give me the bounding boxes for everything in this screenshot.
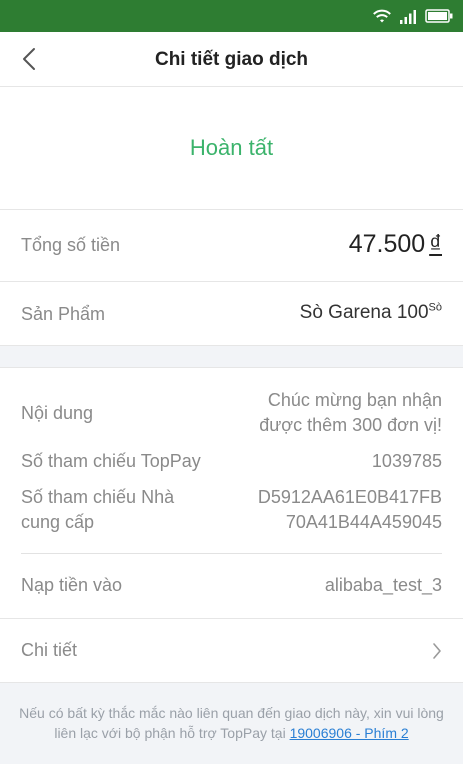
nav-bar: Chi tiết giao dịch — [0, 32, 463, 87]
amount-number: 47.500 — [348, 230, 426, 258]
provider-ref-label: Số tham chiếu Nhà cung cấp — [21, 485, 174, 535]
provider-ref-line-1: D5912AA61E0B417FB — [257, 487, 442, 507]
content-label: Nội dung — [21, 403, 94, 423]
product-label: Sản Phẩm — [21, 304, 106, 324]
product-name: Sò Garena 100 — [299, 302, 429, 323]
support-hotline-link[interactable]: 19006906 - Phím 2 — [290, 725, 409, 741]
support-footer: Nếu có bất kỳ thắc mắc nào liên quan đến… — [0, 683, 463, 764]
toppay-ref-label: Số tham chiếu TopPay — [21, 451, 201, 471]
product-unit: Sò — [428, 301, 442, 314]
section-divider — [0, 346, 463, 368]
status-icons — [372, 6, 453, 26]
more-details-label: Chi tiết — [21, 640, 78, 660]
more-details-row[interactable]: Chi tiết — [0, 619, 463, 683]
topup-row: Nạp tiền vào alibaba_test_3 — [0, 555, 463, 619]
wifi-icon — [372, 8, 392, 24]
page-title: Chi tiết giao dịch — [154, 49, 309, 70]
total-amount-value: 47.500 ₫ — [349, 230, 442, 259]
signal-icon — [400, 9, 417, 24]
provider-ref-label-line-1: Số tham chiếu Nhà — [21, 487, 175, 507]
content-value: Chúc mừng bạn nhận được thêm 300 đơn vị! — [259, 388, 442, 438]
total-amount-row: Tổng số tiền 47.500 ₫ — [0, 211, 463, 282]
support-text: Nếu có bất kỳ thắc mắc nào liên quan đến… — [18, 703, 445, 743]
transaction-status-section: Hoàn tất — [0, 88, 463, 210]
provider-ref-line-2: 70A41B44A459045 — [285, 512, 442, 532]
product-value: Sò Garena 100Sò — [300, 302, 442, 324]
content-line-1: Chúc mừng bạn nhận — [267, 390, 442, 410]
provider-ref-label-line-2: cung cấp — [21, 512, 95, 532]
currency-symbol: ₫ — [429, 230, 442, 258]
details-section: Nội dung Chúc mừng bạn nhận được thêm 30… — [0, 368, 463, 554]
toppay-ref-value: 1039785 — [371, 451, 442, 471]
divider — [21, 553, 442, 554]
chevron-right-icon — [433, 643, 441, 659]
total-amount-label: Tổng số tiền — [21, 235, 121, 255]
provider-ref-value: D5912AA61E0B417FB 70A41B44A459045 — [258, 485, 442, 535]
product-row: Sản Phẩm Sò Garena 100Sò — [0, 282, 463, 346]
battery-icon — [425, 9, 453, 23]
content-line-2: được thêm 300 đơn vị! — [259, 415, 442, 435]
transaction-status: Hoàn tất — [189, 135, 274, 160]
status-bar — [0, 0, 463, 32]
topup-label: Nạp tiền vào — [21, 575, 123, 595]
topup-value: alibaba_test_3 — [324, 575, 442, 595]
